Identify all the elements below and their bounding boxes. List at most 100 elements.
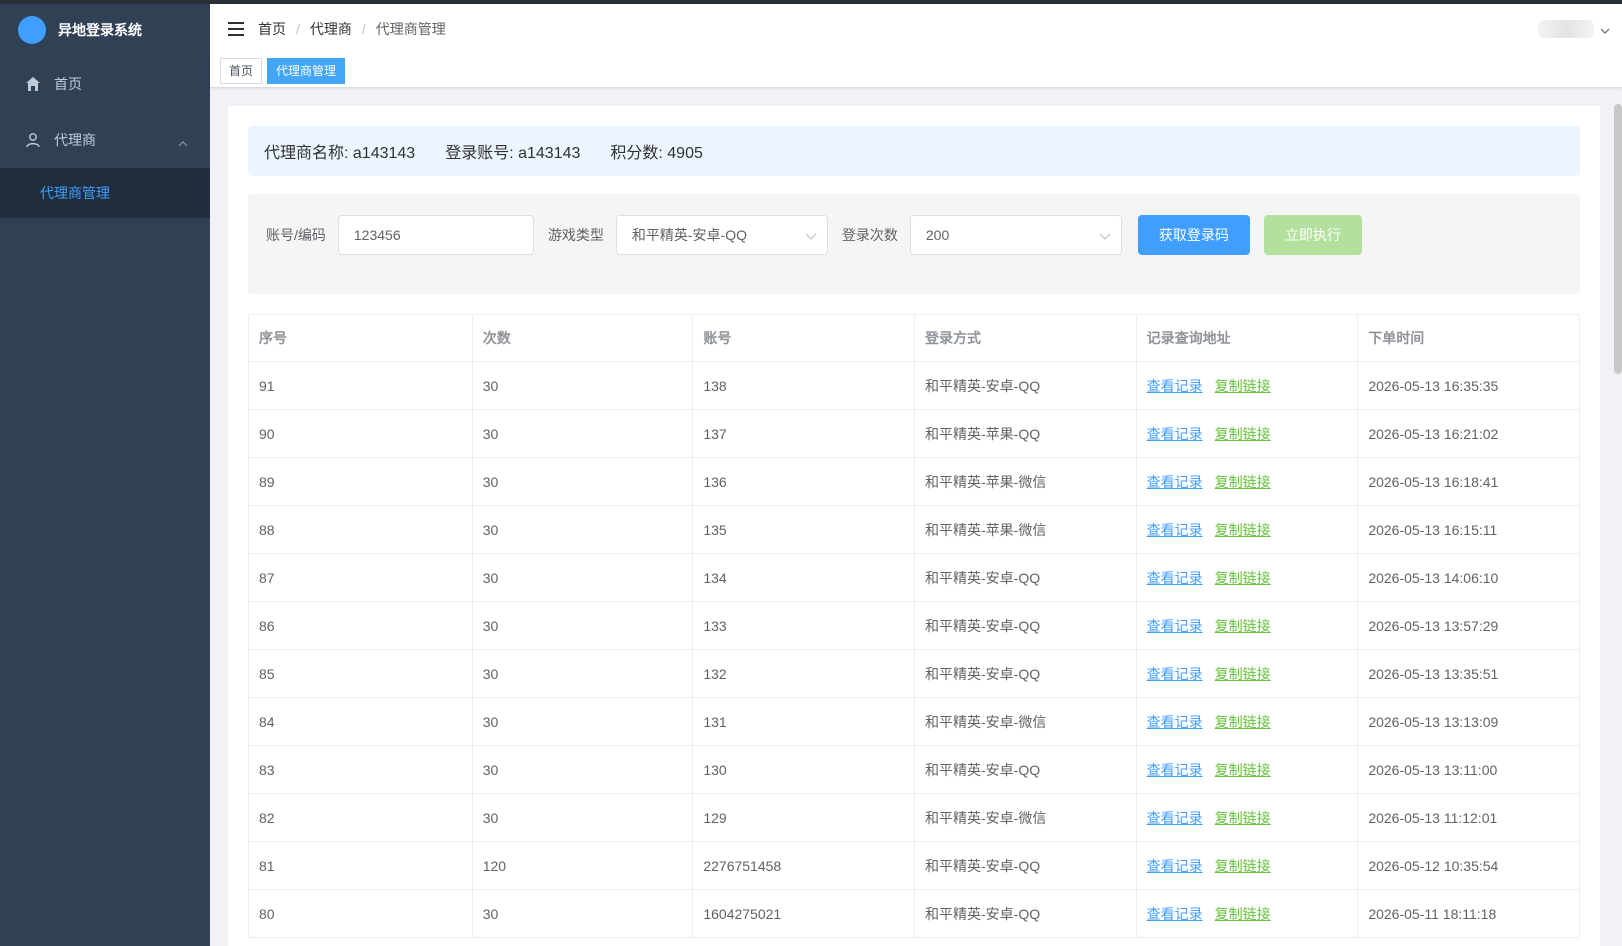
cell-account: 136: [692, 457, 915, 506]
login-count-select[interactable]: 200: [909, 215, 1122, 255]
copy-link-link[interactable]: 复制链接: [1215, 522, 1271, 538]
cell-method: 和平精英-安卓-QQ: [914, 361, 1137, 410]
sidebar-item-agent-management[interactable]: 代理商管理: [0, 168, 210, 218]
cell-order-time: 2026-05-13 13:57:29: [1357, 601, 1580, 650]
sidebar-submenu: 代理商管理: [0, 168, 210, 218]
copy-link-link[interactable]: 复制链接: [1215, 570, 1271, 586]
cell-record-links: 查看记录 复制链接: [1135, 889, 1359, 938]
cell-record-links: 查看记录 复制链接: [1135, 553, 1359, 602]
view-record-link[interactable]: 查看记录: [1147, 426, 1203, 442]
sidebar-item-label: 代理商: [54, 132, 96, 148]
cell-count: 30: [471, 409, 694, 458]
copy-link-link[interactable]: 复制链接: [1215, 618, 1271, 634]
copy-link-link[interactable]: 复制链接: [1215, 906, 1271, 922]
breadcrumb-separator: /: [296, 21, 300, 37]
cell-method: 和平精英-安卓-QQ: [914, 889, 1137, 938]
get-login-code-button[interactable]: 获取登录码: [1137, 215, 1250, 255]
copy-link-link[interactable]: 复制链接: [1215, 810, 1271, 826]
cell-method: 和平精英-安卓-微信: [914, 793, 1137, 842]
breadcrumb-agent[interactable]: 代理商: [310, 19, 352, 39]
cell-id: 91: [248, 361, 473, 410]
cell-id: 90: [248, 409, 473, 458]
cell-id: 82: [248, 793, 473, 842]
copy-link-link[interactable]: 复制链接: [1215, 714, 1271, 730]
sidebar-item-label: 首页: [54, 76, 82, 92]
cell-account: 129: [692, 793, 915, 842]
view-record-link[interactable]: 查看记录: [1147, 378, 1203, 394]
cell-record-links: 查看记录 复制链接: [1135, 649, 1359, 698]
account-input-value: 123456: [353, 227, 401, 243]
cell-method: 和平精英-安卓-微信: [914, 697, 1137, 746]
sidebar-item-agent[interactable]: 代理商: [0, 112, 210, 168]
copy-link-link[interactable]: 复制链接: [1215, 378, 1271, 394]
copy-link-link[interactable]: 复制链接: [1215, 762, 1271, 778]
cell-account: 133: [692, 601, 915, 650]
cell-method: 和平精英-安卓-QQ: [914, 841, 1137, 890]
cell-count: 30: [471, 793, 694, 842]
chevron-down-icon: [1600, 21, 1610, 37]
breadcrumb: 首页 / 代理商 / 代理商管理: [258, 19, 446, 39]
cell-order-time: 2026-05-13 13:35:51: [1357, 649, 1580, 698]
cell-id: 85: [248, 649, 473, 698]
table-row: 90 30 137 和平精英-苹果-QQ 查看记录 复制链接 2026-05-13 16:2…: [248, 409, 1580, 458]
cell-record-links: 查看记录 复制链接: [1135, 505, 1359, 554]
breadcrumb-separator: /: [361, 21, 366, 37]
view-record-link[interactable]: 查看记录: [1147, 762, 1203, 778]
copy-link-link[interactable]: 复制链接: [1215, 858, 1271, 874]
view-record-link[interactable]: 查看记录: [1147, 618, 1203, 634]
chevron-down-icon: [805, 227, 817, 243]
hamburger-icon[interactable]: [226, 19, 246, 39]
cell-id: 84: [248, 697, 473, 746]
cell-record-links: 查看记录 复制链接: [1135, 697, 1359, 746]
cell-record-links: 查看记录 复制链接: [1135, 361, 1359, 410]
tag-home[interactable]: 首页: [220, 57, 263, 84]
copy-link-link[interactable]: 复制链接: [1215, 474, 1271, 490]
copy-link-link[interactable]: 复制链接: [1215, 666, 1271, 682]
sidebar-item-home[interactable]: 首页: [0, 56, 210, 112]
view-record-link[interactable]: 查看记录: [1147, 810, 1203, 826]
user-icon: [24, 131, 42, 149]
cell-count: 120: [471, 841, 694, 890]
cell-count: 30: [471, 457, 694, 506]
column-header-account: 账号: [692, 314, 915, 362]
cell-order-time: 2026-05-13 11:12:01: [1357, 793, 1580, 842]
game-type-select[interactable]: 和平精英-安卓-QQ: [615, 215, 828, 255]
cell-id: 81: [248, 841, 473, 890]
table-row: 83 30 130 和平精英-安卓-QQ 查看记录 复制链接 2026-05-13 13:1…: [248, 745, 1580, 794]
view-record-link[interactable]: 查看记录: [1147, 906, 1203, 922]
cell-account: 137: [692, 409, 915, 458]
cell-id: 87: [248, 553, 473, 602]
view-record-link[interactable]: 查看记录: [1147, 522, 1203, 538]
view-record-link[interactable]: 查看记录: [1147, 570, 1203, 586]
cell-order-time: 2026-05-13 16:15:11: [1357, 505, 1580, 554]
cell-account: 2276751458: [692, 841, 915, 890]
account-input[interactable]: 123456: [337, 215, 534, 255]
copy-link-link[interactable]: 复制链接: [1215, 426, 1271, 442]
execute-now-button[interactable]: 立即执行: [1263, 215, 1362, 255]
avatar[interactable]: [1538, 20, 1594, 38]
cell-method: 和平精英-安卓-QQ: [914, 649, 1137, 698]
view-record-link[interactable]: 查看记录: [1147, 714, 1203, 730]
breadcrumb-home[interactable]: 首页: [258, 19, 286, 39]
agent-points: 积分数: 4905: [610, 145, 703, 162]
table-body: 91 30 138 和平精英-安卓-QQ 查看记录 复制链接 2026-05-13 16:3…: [248, 361, 1580, 938]
cell-count: 30: [471, 697, 694, 746]
view-record-link[interactable]: 查看记录: [1147, 858, 1203, 874]
table-row: 84 30 131 和平精英-安卓-微信 查看记录 复制链接 2026-05-13 13:1…: [248, 697, 1580, 746]
view-record-link[interactable]: 查看记录: [1147, 666, 1203, 682]
view-record-link[interactable]: 查看记录: [1147, 474, 1203, 490]
login-count-value: 200: [925, 227, 950, 243]
sidebar-brand[interactable]: 异地登录系统: [0, 4, 210, 56]
cell-method: 和平精英-苹果-微信: [914, 505, 1137, 554]
agent-account: 登录账号: a143143: [445, 145, 581, 162]
page-scrollbar[interactable]: [1614, 104, 1622, 374]
home-icon: [24, 75, 42, 93]
cell-order-time: 2026-05-13 16:18:41: [1357, 457, 1580, 506]
table-row: 82 30 129 和平精英-安卓-微信 查看记录 复制链接 2026-05-13 11:1…: [248, 793, 1580, 842]
game-type-label: 游戏类型: [547, 227, 604, 243]
cell-count: 30: [471, 745, 694, 794]
login-count-label: 登录次数: [841, 227, 898, 243]
user-dropdown[interactable]: [1538, 20, 1610, 38]
cell-account: 135: [692, 505, 915, 554]
tag-agent-management[interactable]: 代理商管理: [267, 57, 346, 84]
